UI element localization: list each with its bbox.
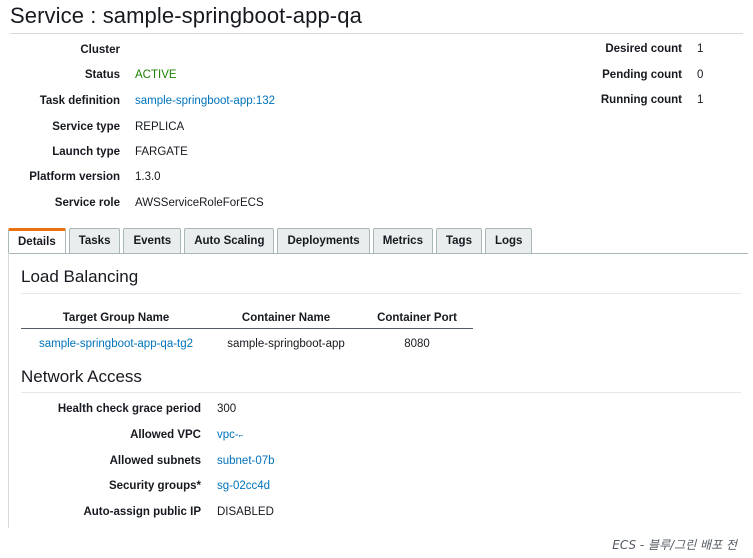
- status-row: Status ACTIVE: [0, 65, 600, 85]
- tab-divider: [8, 253, 748, 254]
- security-groups-label: Security groups*: [108, 480, 201, 492]
- platform-version-row: Platform version 1.3.0: [0, 167, 600, 187]
- security-groups-row: Security groups* sg-02cc4d: [0, 476, 600, 496]
- container-port-cell: 8080: [404, 338, 430, 350]
- pending-count-label: Pending count: [602, 69, 682, 81]
- grace-period-label: Health check grace period: [57, 403, 201, 415]
- allowed-subnets-link[interactable]: subnet-07b: [217, 451, 275, 471]
- desired-count-label: Desired count: [605, 43, 682, 55]
- status-value: ACTIVE: [135, 69, 177, 81]
- image-caption: ECS - 블루/그린 배포 전: [612, 538, 737, 552]
- task-definition-row: Task definition sample-springboot-app:13…: [0, 91, 600, 111]
- tab-tags[interactable]: Tags: [435, 228, 482, 254]
- task-definition-link[interactable]: sample-springboot-app:132: [135, 91, 275, 111]
- public-ip-value: DISABLED: [217, 506, 274, 518]
- service-type-row: Service type REPLICA: [0, 117, 600, 137]
- platform-version-value: 1.3.0: [135, 171, 161, 183]
- header-container-port: Container Port: [377, 312, 457, 324]
- container-name-cell: sample-springboot-app: [227, 338, 345, 350]
- public-ip-row: Auto-assign public IP DISABLED: [0, 502, 600, 522]
- service-tabs: Details Tasks Events Auto Scaling Deploy…: [8, 228, 535, 254]
- task-definition-label: Task definition: [39, 95, 120, 107]
- allowed-subnets-row: Allowed subnets subnet-07b: [0, 451, 600, 471]
- header-target-group: Target Group Name: [62, 312, 170, 324]
- network-access-divider: [21, 392, 741, 393]
- allowed-vpc-text: vpc-: [217, 429, 239, 441]
- pending-count-value: 0: [697, 69, 704, 81]
- service-role-row: Service role AWSServiceRoleForECS: [0, 193, 600, 213]
- header-container-name: Container Name: [241, 312, 331, 324]
- tab-auto-scaling[interactable]: Auto Scaling: [184, 228, 275, 254]
- launch-type-value: FARGATE: [135, 146, 188, 158]
- grace-period-row: Health check grace period 300: [0, 399, 600, 419]
- allowed-vpc-row: Allowed VPC vpc-⌐: [0, 425, 600, 445]
- service-type-value: REPLICA: [135, 121, 185, 133]
- title-divider: [10, 33, 743, 34]
- tab-metrics[interactable]: Metrics: [372, 228, 433, 254]
- tab-deployments[interactable]: Deployments: [277, 228, 370, 254]
- cluster-row: Cluster: [0, 40, 600, 60]
- load-balancing-divider: [21, 293, 741, 294]
- platform-version-label: Platform version: [29, 171, 120, 183]
- tab-logs[interactable]: Logs: [484, 228, 533, 254]
- launch-type-label: Launch type: [52, 146, 120, 158]
- cluster-label: Cluster: [80, 44, 120, 56]
- service-role-label: Service role: [54, 197, 120, 209]
- launch-type-row: Launch type FARGATE: [0, 142, 600, 162]
- allowed-vpc-link[interactable]: vpc-⌐: [217, 425, 243, 446]
- security-groups-link[interactable]: sg-02cc4d: [217, 476, 270, 496]
- desired-count-value: 1: [697, 43, 704, 55]
- external-link-icon: ⌐: [238, 431, 244, 440]
- network-access-title: Network Access: [21, 367, 142, 386]
- tab-events[interactable]: Events: [123, 228, 182, 254]
- service-type-label: Service type: [52, 121, 120, 133]
- tab-details[interactable]: Details: [8, 228, 66, 254]
- status-label: Status: [84, 69, 120, 81]
- running-count-value: 1: [697, 94, 704, 106]
- grace-period-value: 300: [217, 403, 237, 415]
- running-count-label: Running count: [600, 94, 682, 106]
- allowed-vpc-label: Allowed VPC: [130, 429, 201, 441]
- table-header-divider: [21, 328, 473, 329]
- load-balancing-title: Load Balancing: [21, 267, 139, 286]
- tab-tasks[interactable]: Tasks: [68, 228, 121, 254]
- service-role-value: AWSServiceRoleForECS: [135, 197, 264, 209]
- target-group-link[interactable]: sample-springboot-app-qa-tg2: [21, 334, 211, 354]
- allowed-subnets-label: Allowed subnets: [109, 455, 201, 467]
- page-title: Service : sample-springboot-app-qa: [10, 3, 362, 28]
- public-ip-label: Auto-assign public IP: [83, 506, 201, 518]
